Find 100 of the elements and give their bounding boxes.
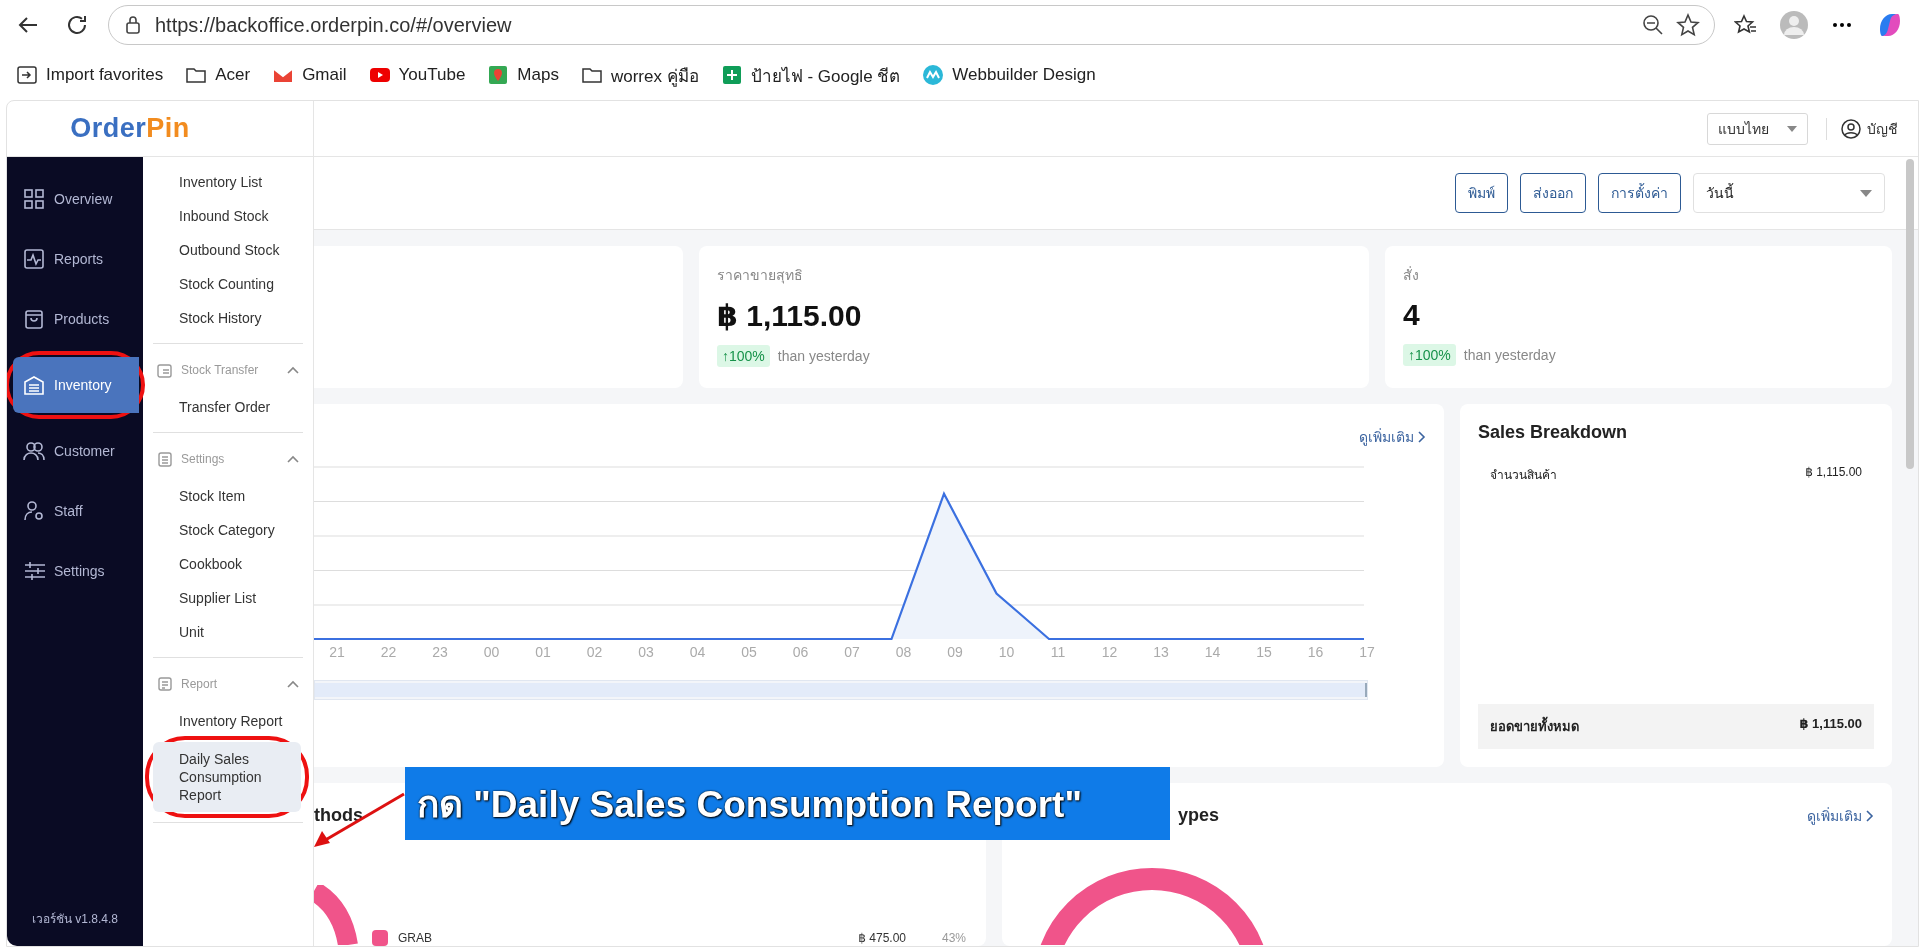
axis-label: 03 <box>637 644 655 660</box>
toolbar-button[interactable]: ส่งออก <box>1520 173 1586 213</box>
more-icon[interactable] <box>1832 22 1852 28</box>
row-value: ฿ 1,115.00 <box>1805 465 1862 481</box>
sidebar-item[interactable]: Inventory <box>13 357 139 413</box>
submenu-item[interactable]: Unit <box>153 615 303 649</box>
change-note: than yesterday <box>777 348 870 364</box>
bookmark[interactable]: worrex คู่มือ <box>580 61 699 89</box>
axis-label: 15 <box>1255 644 1273 660</box>
axis-label: 22 <box>379 644 398 660</box>
pulse-icon <box>23 248 45 270</box>
submenu-item[interactable]: Stock Counting <box>153 267 303 301</box>
change-note: than yesterday <box>1463 347 1556 363</box>
chevron-icon <box>287 680 299 688</box>
toolbar-button[interactable]: การตั้งค่า <box>1598 173 1681 213</box>
axis-label: 05 <box>740 644 758 660</box>
bookmark[interactable]: Import favorites <box>16 64 164 86</box>
submenu-item[interactable]: Outbound Stock <box>153 233 303 267</box>
axis-label: 12 <box>1100 644 1119 660</box>
submenu-item[interactable]: Inventory Report <box>153 704 303 738</box>
axis-label: 23 <box>431 644 449 660</box>
account-link[interactable]: บัญชี <box>1826 117 1898 140</box>
bookmark[interactable]: Gmail <box>272 64 347 86</box>
favorites-icon[interactable] <box>1734 13 1758 37</box>
toolbar-button[interactable]: พิมพ์ <box>1455 173 1508 213</box>
period-select[interactable]: วันนี้ <box>1693 173 1885 213</box>
submenu-item[interactable]: Supplier List <box>153 581 303 615</box>
chevron-icon <box>287 366 299 374</box>
zoom-out-icon[interactable] <box>1642 14 1664 36</box>
total-row: ยอดขายทั้งหมด ฿ 1,115.00 <box>1478 704 1874 749</box>
axis-label: 00 <box>482 644 501 660</box>
axis-label: 07 <box>843 644 861 660</box>
list-icon <box>157 676 173 692</box>
axis-label: 01 <box>534 644 552 660</box>
axis-label: 17 <box>1358 644 1376 660</box>
submenu-item[interactable]: Stock Category <box>153 513 303 547</box>
submenu-item[interactable]: Inbound Stock <box>153 199 303 233</box>
refresh-icon[interactable] <box>65 13 89 37</box>
url-text: https://backoffice.orderpin.co/#/overview <box>155 13 513 37</box>
axis-label: 14 <box>1203 644 1222 660</box>
card-title: Sales Breakdown <box>1478 422 1628 443</box>
axis-label: 10 <box>997 644 1016 660</box>
map-pin-icon <box>487 64 510 86</box>
axis-label: 09 <box>946 644 964 660</box>
sidebar-item[interactable]: Settings <box>13 543 143 599</box>
submenu-item[interactable]: Stock Item <box>153 479 303 513</box>
lock-icon <box>123 15 143 35</box>
card-title: ypes <box>1178 805 1220 826</box>
chevron-icon <box>1866 810 1874 822</box>
import-icon <box>16 64 38 86</box>
transfer-icon <box>157 362 173 378</box>
stat-label: ราคาขายสุทธิ <box>717 266 804 286</box>
submenu-item[interactable]: Daily Sales Consumption Report <box>153 742 301 812</box>
submenu-item[interactable]: Transfer Order <box>153 390 303 424</box>
sidebar-item[interactable]: Customer <box>13 423 143 479</box>
submenu-item[interactable]: Cookbook <box>153 547 303 581</box>
star-icon[interactable] <box>1676 13 1700 37</box>
clipboard-icon <box>157 451 173 467</box>
caret-icon <box>1787 125 1797 132</box>
grid-icon <box>23 188 45 210</box>
axis-label: 04 <box>688 644 707 660</box>
legend-value: ฿ 475.00 <box>858 931 906 945</box>
brand-logo: OrderPin <box>70 113 190 144</box>
callout-text: กด "Daily Sales Consumption Report" <box>417 783 1082 827</box>
bookmark[interactable]: Webbuilder Design <box>922 64 1096 86</box>
bookmark[interactable]: ป้ายไฟ - Google ชีต <box>720 61 901 89</box>
wave-logo-icon <box>922 64 945 86</box>
sliders-icon <box>23 560 45 582</box>
users-icon <box>23 440 45 462</box>
change-badge: ↑100% <box>1403 344 1456 366</box>
sidebar-item[interactable]: Overview <box>13 171 143 227</box>
axis-label: 08 <box>894 644 913 660</box>
sidebar-item[interactable]: Reports <box>13 231 143 287</box>
bookmark[interactable]: Maps <box>487 64 559 86</box>
scrollbar-thumb[interactable] <box>1906 159 1914 469</box>
user-icon <box>1841 118 1861 139</box>
submenu-item[interactable]: Stock History <box>153 301 303 335</box>
stat-value: 4 <box>1403 298 1421 332</box>
stat-value: ฿ 1,115.00 <box>717 298 863 333</box>
chevron-icon <box>1418 431 1426 443</box>
address-bar[interactable]: https://backoffice.orderpin.co/#/overview <box>108 5 1715 45</box>
card-title: thods <box>314 805 363 826</box>
see-more-link[interactable]: ดูเพิ่มเติม <box>1359 426 1426 448</box>
row-label: จำนวนสินค้า <box>1490 467 1557 484</box>
see-more-link[interactable]: ดูเพิ่มเติม <box>1807 805 1874 827</box>
stat-label: สั่ง <box>1403 265 1420 285</box>
axis-label: 13 <box>1152 644 1170 660</box>
user-gear-icon <box>23 500 45 522</box>
axis-label: 16 <box>1306 644 1325 660</box>
sidebar-item[interactable]: Staff <box>13 483 143 539</box>
sidebar-item[interactable]: Products <box>13 291 143 347</box>
language-select[interactable]: แบบไทย <box>1707 112 1808 145</box>
bookmark[interactable]: Acer <box>185 64 251 86</box>
axis-label: 02 <box>585 644 604 660</box>
spreadsheet-icon <box>720 64 743 86</box>
bookmark[interactable]: YouTube <box>368 64 466 86</box>
submenu-item[interactable]: Inventory List <box>153 165 303 199</box>
caret-icon <box>1860 189 1872 197</box>
bag-icon <box>23 308 45 330</box>
change-badge: ↑100% <box>717 345 770 367</box>
